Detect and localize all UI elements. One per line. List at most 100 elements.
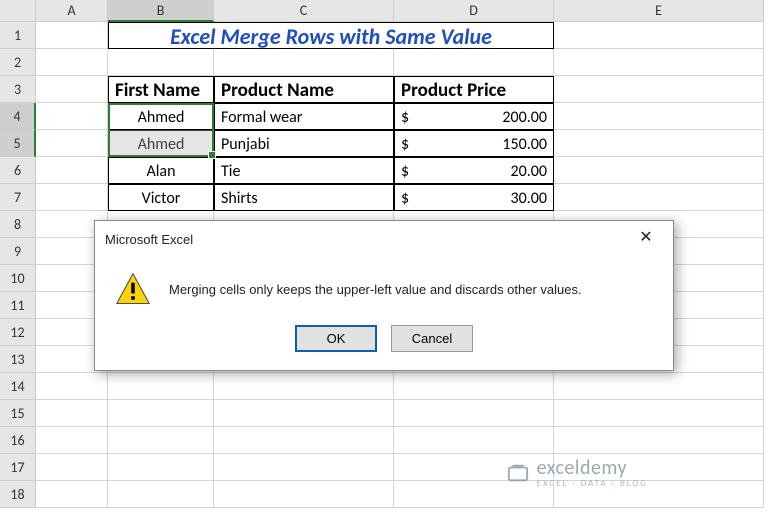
row-header-9[interactable]: 9	[0, 238, 36, 265]
col-header-a[interactable]: A	[36, 0, 108, 22]
row-header-4[interactable]: 4	[0, 103, 36, 130]
cell[interactable]	[108, 373, 214, 400]
logo-icon	[507, 462, 529, 484]
cell-first-name[interactable]: Ahmed	[108, 103, 214, 130]
row-header-3[interactable]: 3	[0, 76, 36, 103]
col-header-b[interactable]: B	[108, 0, 214, 22]
cell[interactable]	[36, 103, 108, 130]
cell[interactable]	[36, 481, 108, 508]
row-header-5[interactable]: 5	[0, 130, 36, 157]
cell[interactable]	[214, 400, 394, 427]
cell[interactable]	[108, 481, 214, 508]
cell-price[interactable]: $150.00	[394, 130, 554, 157]
col-header-e[interactable]: E	[554, 0, 764, 22]
cell-first-name[interactable]: Victor	[108, 184, 214, 211]
cell[interactable]	[108, 454, 214, 481]
currency-symbol: $	[401, 131, 409, 156]
cell-price[interactable]: $200.00	[394, 103, 554, 130]
cell[interactable]	[554, 130, 764, 157]
select-all-corner[interactable]	[0, 0, 36, 22]
row-header-16[interactable]: 16	[0, 427, 36, 454]
ok-button[interactable]: OK	[295, 325, 377, 352]
header-first-name[interactable]: First Name	[108, 76, 214, 103]
cell[interactable]	[214, 481, 394, 508]
cell[interactable]	[394, 373, 554, 400]
header-product-price[interactable]: Product Price	[394, 76, 554, 103]
currency-symbol: $	[401, 158, 409, 183]
cell[interactable]	[554, 76, 764, 103]
cell[interactable]	[214, 454, 394, 481]
dialog-title: Microsoft Excel	[105, 232, 193, 247]
page-title[interactable]: Excel Merge Rows with Same Value	[108, 22, 554, 49]
cell[interactable]	[36, 157, 108, 184]
cell-product[interactable]: Shirts	[214, 184, 394, 211]
cell[interactable]	[554, 184, 764, 211]
cell[interactable]	[554, 103, 764, 130]
row-header-11[interactable]: 11	[0, 292, 36, 319]
row-header-2[interactable]: 2	[0, 49, 36, 76]
cell[interactable]	[394, 427, 554, 454]
cancel-button[interactable]: Cancel	[391, 325, 473, 352]
watermark: exceldemy EXCEL · DATA · BLOG	[507, 456, 648, 489]
cell[interactable]	[554, 400, 764, 427]
cell[interactable]	[214, 49, 394, 76]
cell[interactable]	[214, 427, 394, 454]
cell[interactable]	[108, 427, 214, 454]
row-header-6[interactable]: 6	[0, 157, 36, 184]
col-header-c[interactable]: C	[214, 0, 394, 22]
cell-price[interactable]: $20.00	[394, 157, 554, 184]
cell[interactable]	[554, 373, 764, 400]
header-product-name[interactable]: Product Name	[214, 76, 394, 103]
row-header-17[interactable]: 17	[0, 454, 36, 481]
row-header-15[interactable]: 15	[0, 400, 36, 427]
row-header-8[interactable]: 8	[0, 211, 36, 238]
row-header-10[interactable]: 10	[0, 265, 36, 292]
price-value: 150.00	[502, 131, 547, 156]
cell[interactable]	[108, 49, 214, 76]
cell-product[interactable]: Punjabi	[214, 130, 394, 157]
cell-first-name[interactable]: Ahmed	[108, 130, 214, 157]
cell[interactable]	[36, 373, 108, 400]
price-value: 20.00	[511, 158, 547, 183]
watermark-name: exceldemy	[537, 456, 627, 480]
row-header-18[interactable]: 18	[0, 481, 36, 508]
warning-icon	[115, 271, 151, 307]
dialog-titlebar[interactable]: Microsoft Excel ✕	[95, 221, 673, 257]
cell[interactable]	[36, 130, 108, 157]
dialog-message: Merging cells only keeps the upper-left …	[169, 282, 582, 297]
cell[interactable]	[108, 400, 214, 427]
close-icon[interactable]: ✕	[629, 227, 663, 251]
row-header-12[interactable]: 12	[0, 319, 36, 346]
cell[interactable]	[36, 76, 108, 103]
currency-symbol: $	[401, 185, 409, 210]
col-header-d[interactable]: D	[394, 0, 554, 22]
cell-product[interactable]: Formal wear	[214, 103, 394, 130]
row-header-1[interactable]: 1	[0, 22, 36, 49]
cell[interactable]	[394, 49, 554, 76]
cell-first-name[interactable]: Alan	[108, 157, 214, 184]
watermark-sub: EXCEL · DATA · BLOG	[537, 478, 648, 489]
cell[interactable]	[394, 400, 554, 427]
cell[interactable]	[36, 49, 108, 76]
cell-product[interactable]: Tie	[214, 157, 394, 184]
cell[interactable]	[36, 427, 108, 454]
price-value: 30.00	[511, 185, 547, 210]
cell[interactable]	[36, 400, 108, 427]
cell[interactable]	[214, 373, 394, 400]
cell[interactable]	[36, 22, 108, 49]
cell[interactable]	[554, 22, 764, 49]
cell[interactable]	[554, 157, 764, 184]
row-header-14[interactable]: 14	[0, 373, 36, 400]
cell[interactable]	[554, 427, 764, 454]
cell[interactable]	[554, 49, 764, 76]
row-header-13[interactable]: 13	[0, 346, 36, 373]
cell[interactable]	[36, 184, 108, 211]
merge-warning-dialog: Microsoft Excel ✕ Merging cells only kee…	[94, 220, 674, 371]
row-header-7[interactable]: 7	[0, 184, 36, 211]
price-value: 200.00	[502, 104, 547, 129]
cell[interactable]	[36, 454, 108, 481]
column-headers: A B C D E	[36, 0, 764, 22]
row-headers: 1 2 3 4 5 6 7 8 9 10 11 12 13 14 15 16 1…	[0, 22, 36, 508]
currency-symbol: $	[401, 104, 409, 129]
cell-price[interactable]: $30.00	[394, 184, 554, 211]
